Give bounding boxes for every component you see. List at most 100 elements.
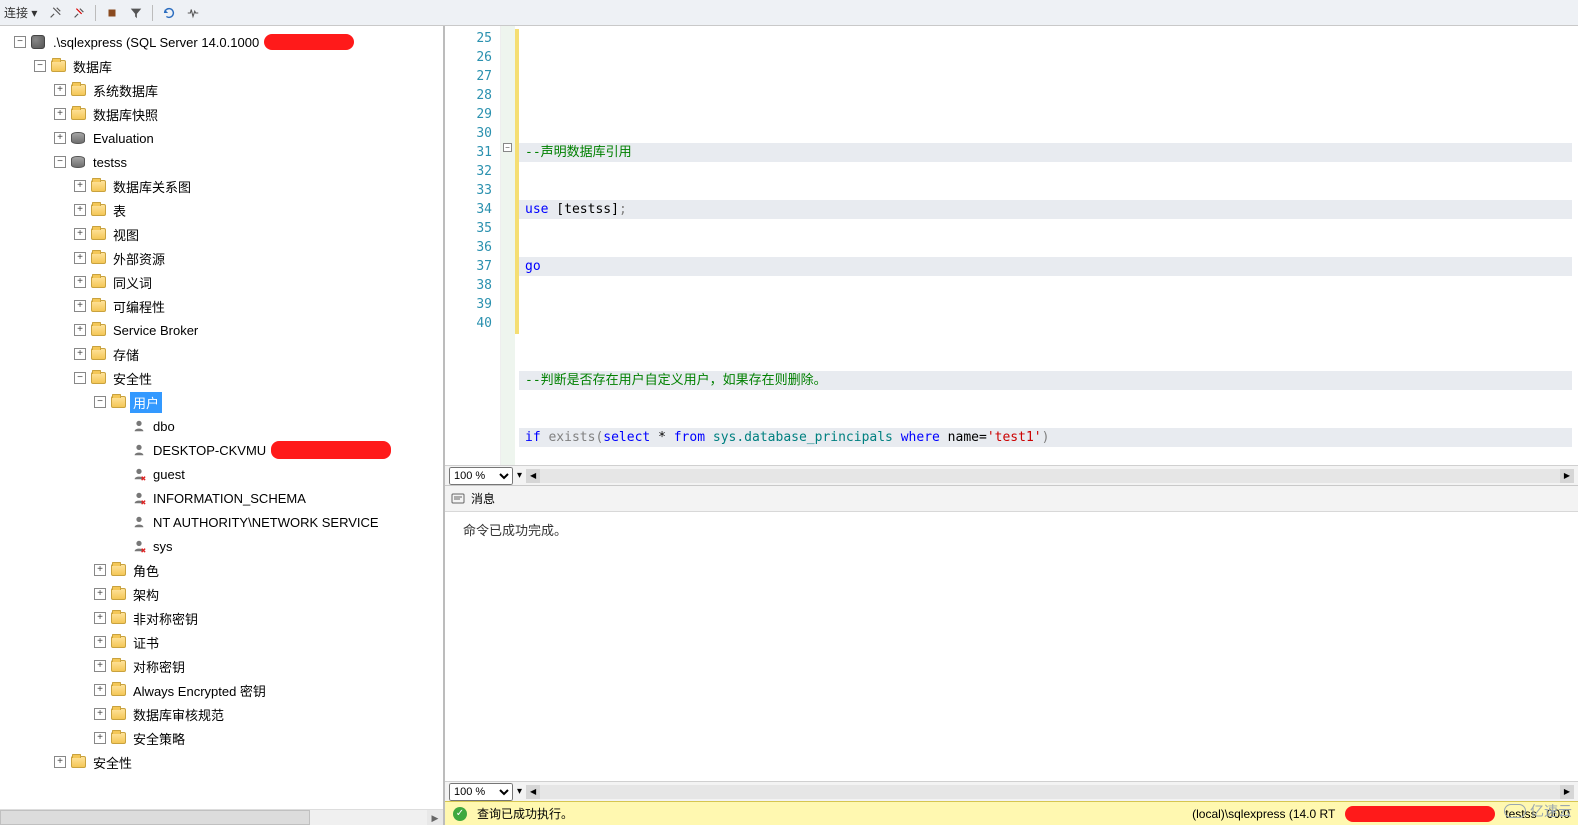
tree-node[interactable]: +数据库关系图: [6, 174, 443, 198]
zoom-select[interactable]: 100 %: [449, 783, 513, 801]
expand-icon[interactable]: +: [74, 324, 86, 336]
fold-column[interactable]: −: [501, 26, 515, 465]
user-icon: [132, 419, 146, 433]
collapse-icon[interactable]: −: [14, 36, 26, 48]
activity-icon[interactable]: [183, 3, 203, 23]
expand-icon[interactable]: +: [94, 684, 106, 696]
scroll-left-icon[interactable]: ◀: [526, 469, 540, 483]
expand-icon[interactable]: +: [74, 252, 86, 264]
tree-node[interactable]: +视图: [6, 222, 443, 246]
scroll-right-icon[interactable]: ▶: [1560, 469, 1574, 483]
folder-icon: [50, 58, 66, 74]
connect-icon[interactable]: [45, 3, 65, 23]
refresh-icon[interactable]: [159, 3, 179, 23]
tree-node[interactable]: + 安全策略: [6, 726, 443, 750]
db-testss-node[interactable]: − testss: [6, 150, 443, 174]
expand-icon[interactable]: +: [74, 228, 86, 240]
collapse-icon[interactable]: −: [34, 60, 46, 72]
folder-icon: [90, 178, 106, 194]
scroll-left-icon[interactable]: ◀: [526, 785, 540, 799]
tree-node[interactable]: +角色: [6, 558, 443, 582]
messages-hscroll[interactable]: ◀ ▶: [526, 785, 1574, 799]
tree-node[interactable]: +Always Encrypted 密钥: [6, 678, 443, 702]
expand-icon[interactable]: +: [94, 612, 106, 624]
expand-icon[interactable]: +: [74, 300, 86, 312]
expand-icon[interactable]: +: [94, 636, 106, 648]
filter-icon[interactable]: [126, 3, 146, 23]
user-node-desktop[interactable]: DESKTOP-CKVMU: [6, 438, 443, 462]
user-node-ntauth[interactable]: NT AUTHORITY\NETWORK SERVICE: [6, 510, 443, 534]
disconnect-icon[interactable]: [69, 3, 89, 23]
sql-editor[interactable]: 25262728293031323334353637383940 − --声明数…: [445, 26, 1578, 465]
expand-icon[interactable]: +: [54, 108, 66, 120]
node-label: 用户: [130, 392, 162, 413]
server-icon: [30, 34, 46, 50]
tree-node[interactable]: +证书: [6, 630, 443, 654]
tree-node[interactable]: + 架构: [6, 582, 443, 606]
db-snapshots-node[interactable]: + 数据库快照: [6, 102, 443, 126]
fold-box-icon[interactable]: −: [503, 143, 512, 152]
expand-icon[interactable]: +: [74, 276, 86, 288]
editor-hscroll[interactable]: ◀ ▶: [526, 469, 1574, 483]
tree-node[interactable]: +外部资源: [6, 246, 443, 270]
user-disabled-icon: [132, 467, 146, 481]
database-icon: [70, 154, 86, 170]
watermark-text: 亿速云: [1530, 801, 1572, 821]
code-line: [519, 314, 1572, 333]
zoom-select[interactable]: 100 %: [449, 467, 513, 485]
scroll-right-icon[interactable]: ▶: [427, 810, 443, 825]
security-node[interactable]: −安全性: [6, 366, 443, 390]
expand-icon[interactable]: +: [94, 564, 106, 576]
expand-icon[interactable]: +: [94, 708, 106, 720]
databases-node[interactable]: − 数据库: [6, 54, 443, 78]
messages-tab-label[interactable]: 消息: [471, 490, 495, 507]
user-node-infschema[interactable]: INFORMATION_SCHEMA: [6, 486, 443, 510]
object-explorer-hscroll[interactable]: ◀ ▶: [0, 809, 443, 825]
server-node[interactable]: − .\sqlexpress (SQL Server 14.0.1000: [6, 30, 443, 54]
expand-icon[interactable]: +: [94, 732, 106, 744]
tree-node[interactable]: +可编程性: [6, 294, 443, 318]
user-node-dbo[interactable]: dbo: [6, 414, 443, 438]
node-label: Evaluation: [90, 130, 157, 147]
object-explorer-tree[interactable]: − .\sqlexpress (SQL Server 14.0.1000 − 数…: [0, 26, 443, 809]
scroll-thumb[interactable]: [0, 810, 310, 825]
db-evaluation-node[interactable]: + Evaluation: [6, 126, 443, 150]
expand-icon[interactable]: +: [54, 756, 66, 768]
messages-tab-header: 消息: [445, 486, 1578, 512]
tree-node[interactable]: +非对称密钥: [6, 606, 443, 630]
expand-icon[interactable]: +: [94, 588, 106, 600]
scroll-right-icon[interactable]: ▶: [1560, 785, 1574, 799]
user-node-sys[interactable]: sys: [6, 534, 443, 558]
expand-icon[interactable]: +: [54, 84, 66, 96]
collapse-icon[interactable]: −: [54, 156, 66, 168]
collapse-icon[interactable]: −: [74, 372, 86, 384]
expand-icon[interactable]: +: [74, 180, 86, 192]
tree-node[interactable]: +同义词: [6, 270, 443, 294]
expand-icon[interactable]: +: [74, 204, 86, 216]
expand-icon[interactable]: +: [94, 660, 106, 672]
tree-node[interactable]: +存储: [6, 342, 443, 366]
users-folder-node[interactable]: − 用户: [6, 390, 443, 414]
tree-node[interactable]: +表: [6, 198, 443, 222]
tree-node[interactable]: +安全性: [6, 750, 443, 774]
expand-icon[interactable]: +: [54, 132, 66, 144]
code-area[interactable]: --声明数据库引用 use [testss]; go --判断是否存在用户自定义…: [515, 26, 1578, 465]
node-label: guest: [150, 466, 188, 483]
tree-node[interactable]: +数据库审核规范: [6, 702, 443, 726]
expand-icon[interactable]: +: [74, 348, 86, 360]
user-node-guest[interactable]: guest: [6, 462, 443, 486]
tree-node[interactable]: +对称密钥: [6, 654, 443, 678]
node-label: dbo: [150, 418, 178, 435]
collapse-icon[interactable]: −: [94, 396, 106, 408]
folder-icon: [90, 370, 106, 386]
connect-dropdown[interactable]: 连接 ▾: [4, 4, 37, 21]
system-databases-node[interactable]: + 系统数据库: [6, 78, 443, 102]
stop-icon[interactable]: [102, 3, 122, 23]
editor-zoom-row: 100 % ▾ ◀ ▶: [445, 465, 1578, 485]
tree-node[interactable]: +Service Broker: [6, 318, 443, 342]
messages-zoom-row: 100 % ▾ ◀ ▶: [445, 781, 1578, 801]
code-line: --判断是否存在用户自定义用户，如果存在则删除。: [519, 371, 1572, 390]
folder-icon: [90, 250, 106, 266]
node-label: 架构: [130, 584, 162, 605]
node-label: 安全策略: [130, 728, 188, 749]
